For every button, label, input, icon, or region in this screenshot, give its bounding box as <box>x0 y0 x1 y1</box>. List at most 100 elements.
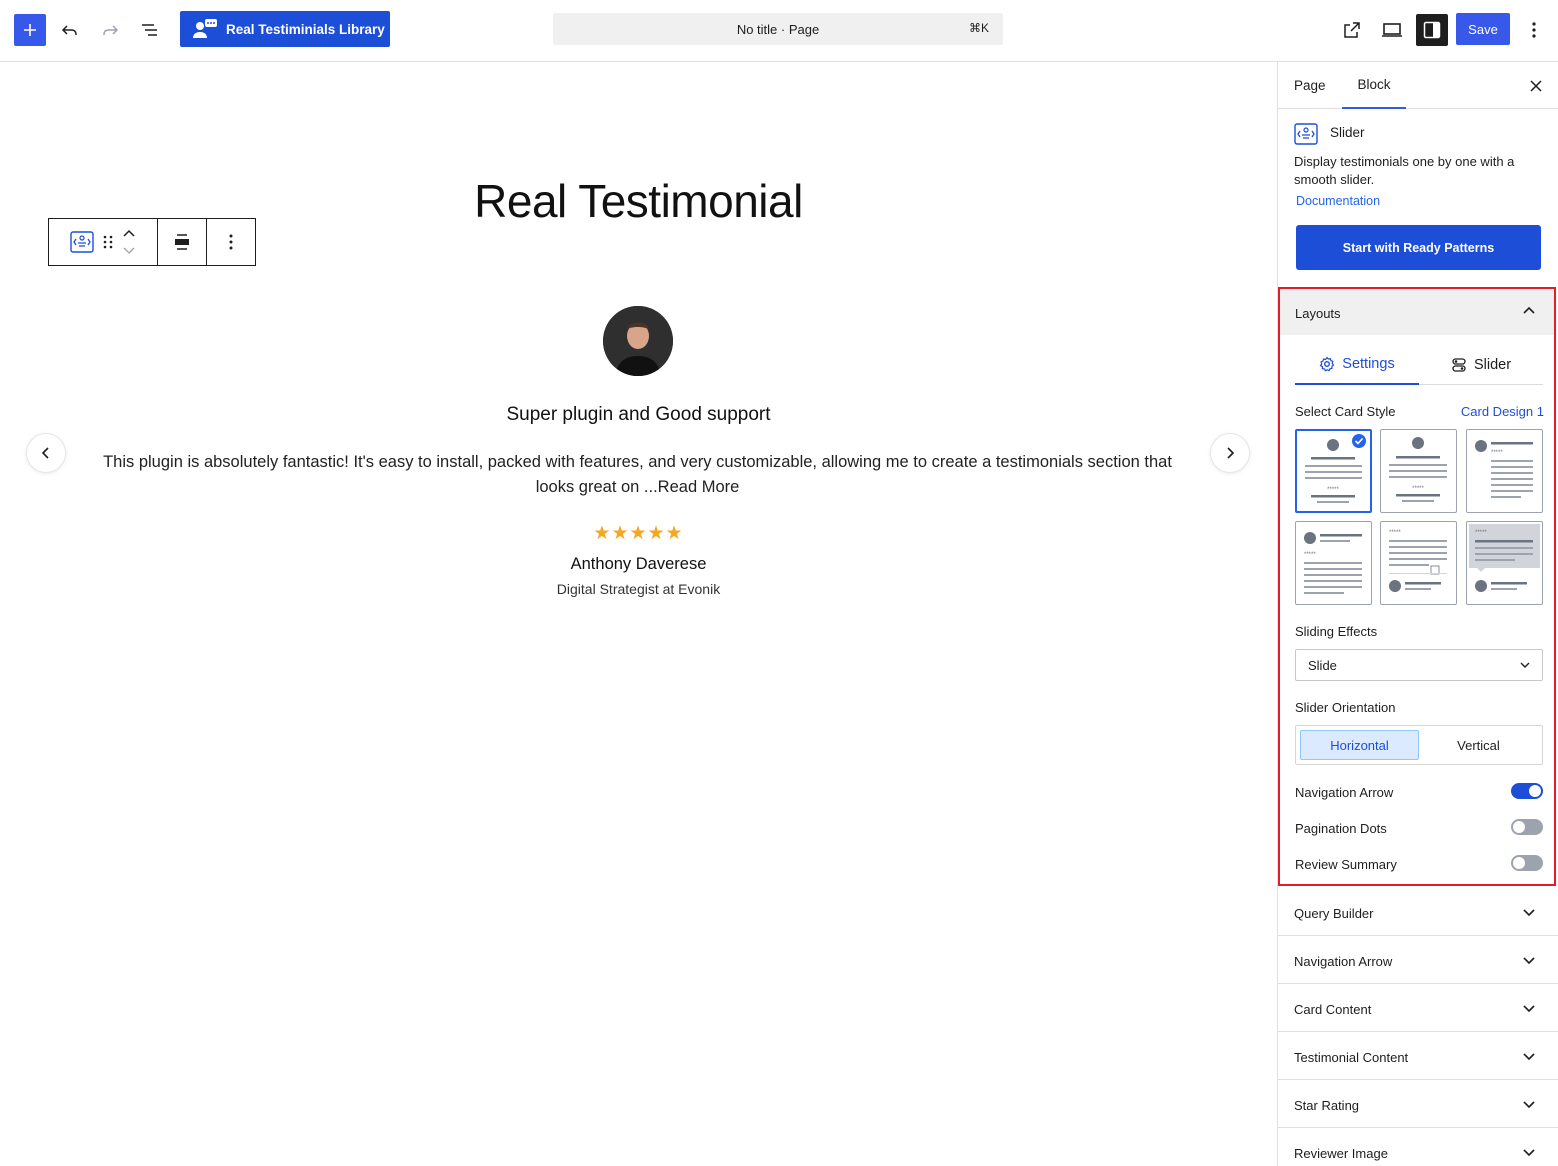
testimonials-library-button[interactable]: Real Testiminials Library <box>180 11 390 47</box>
command-palette-bar[interactable]: No title · Page ⌘K <box>553 13 1003 45</box>
desktop-icon <box>1382 23 1402 37</box>
command-shortcut: ⌘K <box>968 21 989 35</box>
undo-icon <box>61 25 77 35</box>
layouts-panel: Layouts Settings Slider Select Card Styl… <box>1278 287 1556 886</box>
panel-navigation-arrow[interactable]: Navigation Arrow <box>1278 936 1558 984</box>
documentation-link[interactable]: Documentation <box>1296 194 1380 208</box>
card-design-3[interactable]: ***** <box>1466 429 1543 513</box>
panel-card-content[interactable]: Card Content <box>1278 984 1558 1032</box>
card-design-4[interactable]: ***** <box>1295 521 1372 605</box>
tab-page[interactable]: Page <box>1294 62 1326 109</box>
layouts-panel-title: Layouts <box>1295 306 1341 321</box>
panel-title: Card Content <box>1294 1002 1372 1017</box>
reviewer-name: Anthony Daverese <box>570 555 707 573</box>
plus-icon <box>24 24 36 36</box>
editor-top-bar: Real Testiminials Library No title · Pag… <box>0 0 1558 62</box>
navigation-arrow-toggle[interactable] <box>1511 783 1543 799</box>
chevron-right-icon <box>1227 447 1235 459</box>
settings-sidebar: Page Block Slider Display testimonials o… <box>1277 62 1558 1166</box>
block-options-button[interactable] <box>207 219 255 265</box>
sliding-effects-label: Sliding Effects <box>1295 624 1378 639</box>
sliding-effects-value: Slide <box>1308 657 1337 673</box>
svg-text:*****: ***** <box>1389 530 1401 536</box>
card-design-2-preview: ***** <box>1389 437 1447 502</box>
tab-settings[interactable]: Settings <box>1295 345 1419 385</box>
svg-text:*****: ***** <box>1412 486 1424 492</box>
testimonial-heading: Super plugin and Good support <box>506 404 771 425</box>
tab-slider[interactable]: Slider <box>1419 345 1543 385</box>
sidebar-tabs: Page Block <box>1278 62 1558 109</box>
panel-title: Testimonial Content <box>1294 1050 1409 1065</box>
card-style-label: Select Card Style <box>1295 404 1396 419</box>
svg-text:*****: ***** <box>1491 450 1503 456</box>
card-design-6-preview: ***** <box>1469 524 1540 592</box>
slider-block-icon[interactable] <box>70 231 94 253</box>
chevron-up-icon <box>1523 306 1535 314</box>
tab-slider-label: Slider <box>1473 357 1512 373</box>
settings-sidebar-toggle[interactable] <box>1416 14 1448 46</box>
move-up-down-icon[interactable] <box>122 228 136 256</box>
svg-text:*****: ***** <box>1327 487 1339 493</box>
orientation-vertical[interactable]: Vertical <box>1419 730 1538 760</box>
review-summary-row: Review Summary <box>1295 855 1543 875</box>
list-view-icon <box>142 24 157 36</box>
pagination-dots-label: Pagination Dots <box>1295 821 1387 836</box>
panel-title: Navigation Arrow <box>1294 954 1393 969</box>
undo-button[interactable] <box>54 14 86 46</box>
redo-button[interactable] <box>94 14 126 46</box>
card-design-4-preview: ***** <box>1304 532 1362 594</box>
save-button[interactable]: Save <box>1456 13 1510 45</box>
block-toolbar <box>48 218 256 266</box>
redo-icon <box>103 25 119 35</box>
slider-block-icon <box>1294 123 1318 145</box>
view-page-button[interactable] <box>1336 14 1368 46</box>
add-block-button[interactable] <box>14 14 46 46</box>
options-menu-button[interactable] <box>1518 14 1550 46</box>
testimonial-users-icon <box>193 19 217 38</box>
library-button-label: Real Testiminials Library <box>226 21 385 37</box>
sidebar-icon <box>1423 21 1441 39</box>
block-description: Display testimonials one by one with a s… <box>1294 154 1515 187</box>
panel-star-rating[interactable]: Star Rating <box>1278 1080 1558 1128</box>
reviewer-avatar <box>603 306 673 376</box>
pagination-dots-row: Pagination Dots <box>1295 819 1543 839</box>
slider-prev-button[interactable] <box>26 433 66 473</box>
card-design-2[interactable]: ***** <box>1380 429 1457 513</box>
panel-reviewer-image[interactable]: Reviewer Image <box>1278 1128 1558 1166</box>
layouts-tabs: Settings Slider <box>1295 345 1543 385</box>
slider-orientation-label: Slider Orientation <box>1295 700 1396 715</box>
more-vertical-icon <box>229 234 233 250</box>
review-summary-toggle[interactable] <box>1511 855 1543 871</box>
close-sidebar-button[interactable] <box>1524 74 1548 98</box>
ready-patterns-button[interactable]: Start with Ready Patterns <box>1296 225 1541 270</box>
tab-block[interactable]: Block <box>1342 62 1406 109</box>
panel-testimonial-content[interactable]: Testimonial Content <box>1278 1032 1558 1080</box>
navigation-arrow-row: Navigation Arrow <box>1295 783 1543 803</box>
layouts-panel-header[interactable]: Layouts <box>1280 289 1554 335</box>
external-link-icon <box>1344 22 1360 38</box>
preview-device-button[interactable] <box>1376 14 1408 46</box>
chevron-down-icon <box>1523 1101 1535 1109</box>
panel-query-builder[interactable]: Query Builder <box>1278 888 1558 936</box>
chevron-down-icon <box>1523 1149 1535 1157</box>
block-toolbar-group <box>49 219 158 265</box>
close-icon <box>1530 80 1542 92</box>
sliding-effects-select[interactable]: Slide <box>1295 649 1543 681</box>
card-design-5[interactable]: ***** <box>1380 521 1457 605</box>
drag-handle-icon[interactable] <box>102 234 114 250</box>
pagination-dots-toggle[interactable] <box>1511 819 1543 835</box>
panel-title: Reviewer Image <box>1294 1146 1388 1161</box>
panel-title: Query Builder <box>1294 906 1374 921</box>
tab-settings-label: Settings <box>1342 356 1395 372</box>
orientation-horizontal[interactable]: Horizontal <box>1300 730 1419 760</box>
review-summary-label: Review Summary <box>1295 857 1397 872</box>
document-overview-button[interactable] <box>134 14 166 46</box>
chevron-down-icon <box>1523 1053 1535 1061</box>
svg-text:*****: ***** <box>1475 530 1487 536</box>
panel-title: Star Rating <box>1294 1098 1360 1113</box>
card-design-6[interactable]: ***** <box>1466 521 1543 605</box>
card-design-1[interactable]: ***** <box>1295 429 1372 513</box>
chevron-left-icon <box>41 447 49 459</box>
slider-next-button[interactable] <box>1210 433 1250 473</box>
align-button[interactable] <box>158 219 207 265</box>
